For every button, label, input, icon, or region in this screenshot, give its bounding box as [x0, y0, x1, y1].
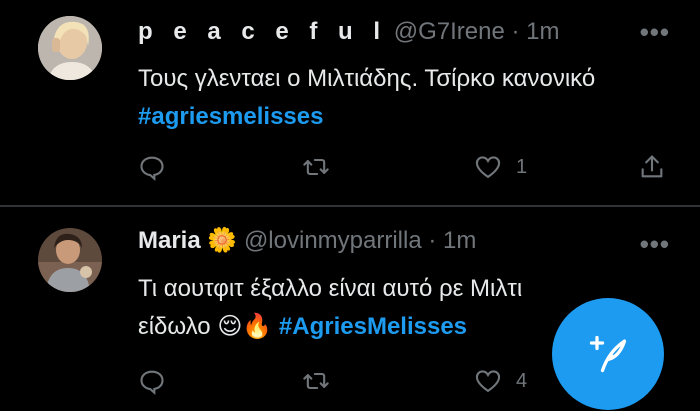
- tweet-text-line: Τους γλενταει ο Μιλτιάδης. Τσίρκο κανονι…: [138, 65, 596, 92]
- like-count: 1: [516, 155, 528, 178]
- share-icon: [641, 155, 663, 178]
- tweet-text-line: είδωλο: [138, 313, 211, 340]
- emoji: 😌🔥: [217, 313, 273, 340]
- avatar[interactable]: [38, 16, 102, 80]
- retweet-icon: [303, 372, 329, 390]
- hashtag-link[interactable]: #agriesmelisses: [138, 103, 323, 130]
- compose-icon: [589, 335, 627, 373]
- reply-icon: [140, 156, 164, 181]
- user-handle[interactable]: @lovinmyparrilla: [244, 227, 422, 254]
- tweet-header: p e a c e f u l @G7Irene · 1m: [138, 17, 560, 47]
- reply-button[interactable]: [138, 366, 166, 396]
- separator: ·: [511, 18, 520, 45]
- separator: ·: [428, 227, 437, 254]
- timestamp[interactable]: 1m: [526, 18, 559, 45]
- retweet-button[interactable]: [302, 366, 330, 396]
- display-name[interactable]: p e a c e f u l: [138, 18, 387, 45]
- retweet-button[interactable]: [302, 152, 330, 182]
- like-button[interactable]: 4: [474, 366, 527, 396]
- name-emoji: 🌼: [207, 227, 238, 254]
- reply-button[interactable]: [138, 152, 166, 182]
- reply-icon: [140, 370, 164, 395]
- like-icon: [475, 156, 501, 179]
- action-bar: 1: [138, 152, 678, 182]
- avatar[interactable]: [38, 228, 102, 292]
- like-count: 4: [516, 369, 528, 392]
- timestamp[interactable]: 1m: [443, 227, 476, 254]
- user-handle[interactable]: @G7Irene: [394, 18, 505, 45]
- like-icon: [475, 370, 501, 393]
- retweet-icon: [303, 158, 329, 176]
- display-name[interactable]: Maria: [138, 227, 201, 254]
- share-button[interactable]: [638, 152, 666, 182]
- tweet-header: Maria 🌼 @lovinmyparrilla · 1m: [138, 226, 476, 256]
- hashtag-link[interactable]: #AgriesMelisses: [279, 313, 467, 340]
- tweet-divider: [0, 205, 700, 207]
- like-button[interactable]: 1: [474, 152, 527, 182]
- tweet[interactable]: p e a c e f u l @G7Irene · 1m ••• Τους γ…: [0, 0, 700, 205]
- tweet-text: Τους γλενταει ο Μιλτιάδης. Τσίρκο κανονι…: [138, 60, 678, 136]
- more-icon[interactable]: •••: [640, 19, 670, 45]
- more-icon[interactable]: •••: [640, 231, 670, 257]
- compose-tweet-button[interactable]: [552, 298, 664, 410]
